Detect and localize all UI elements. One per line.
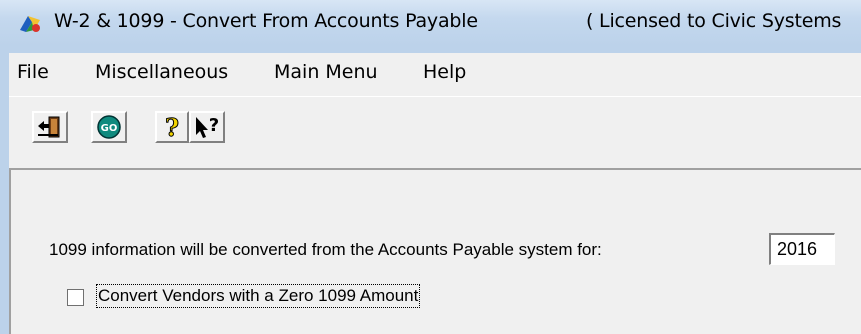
svg-text:GO: GO [101,123,118,134]
svg-text:?: ? [165,113,179,141]
toolbar: GO ? ? [9,96,861,155]
exit-button[interactable] [32,111,68,143]
menu-help[interactable]: Help [423,61,466,83]
whats-this-button[interactable]: ? [189,111,225,143]
help-question-icon: ? [164,113,179,141]
go-icon: GO [97,115,121,139]
zero-amount-checkbox-label[interactable]: Convert Vendors with a Zero 1099 Amount [95,284,421,308]
help-button[interactable]: ? [155,111,189,143]
year-input[interactable] [769,233,835,265]
whats-this-help-icon: ? [196,115,219,138]
go-button[interactable]: GO [91,111,127,143]
menu-file[interactable]: File [17,61,49,83]
convert-year-label: 1099 information will be converted from … [49,240,602,259]
svg-text:?: ? [209,115,219,136]
app-icon [20,16,40,32]
exit-door-icon [38,116,60,138]
menu-bar: File Miscellaneous Main Menu Help [9,53,861,96]
menu-main-menu[interactable]: Main Menu [274,61,378,83]
title-bar[interactable]: W-2 & 1099 - Convert From Accounts Payab… [0,0,861,46]
menu-miscellaneous[interactable]: Miscellaneous [95,61,228,83]
window-title: W-2 & 1099 - Convert From Accounts Payab… [54,10,478,32]
zero-amount-checkbox[interactable] [67,289,84,306]
toolbar-separator [9,154,861,170]
license-text: ( Licensed to Civic Systems [586,10,842,32]
content-panel: 1099 information will be converted from … [9,170,861,334]
